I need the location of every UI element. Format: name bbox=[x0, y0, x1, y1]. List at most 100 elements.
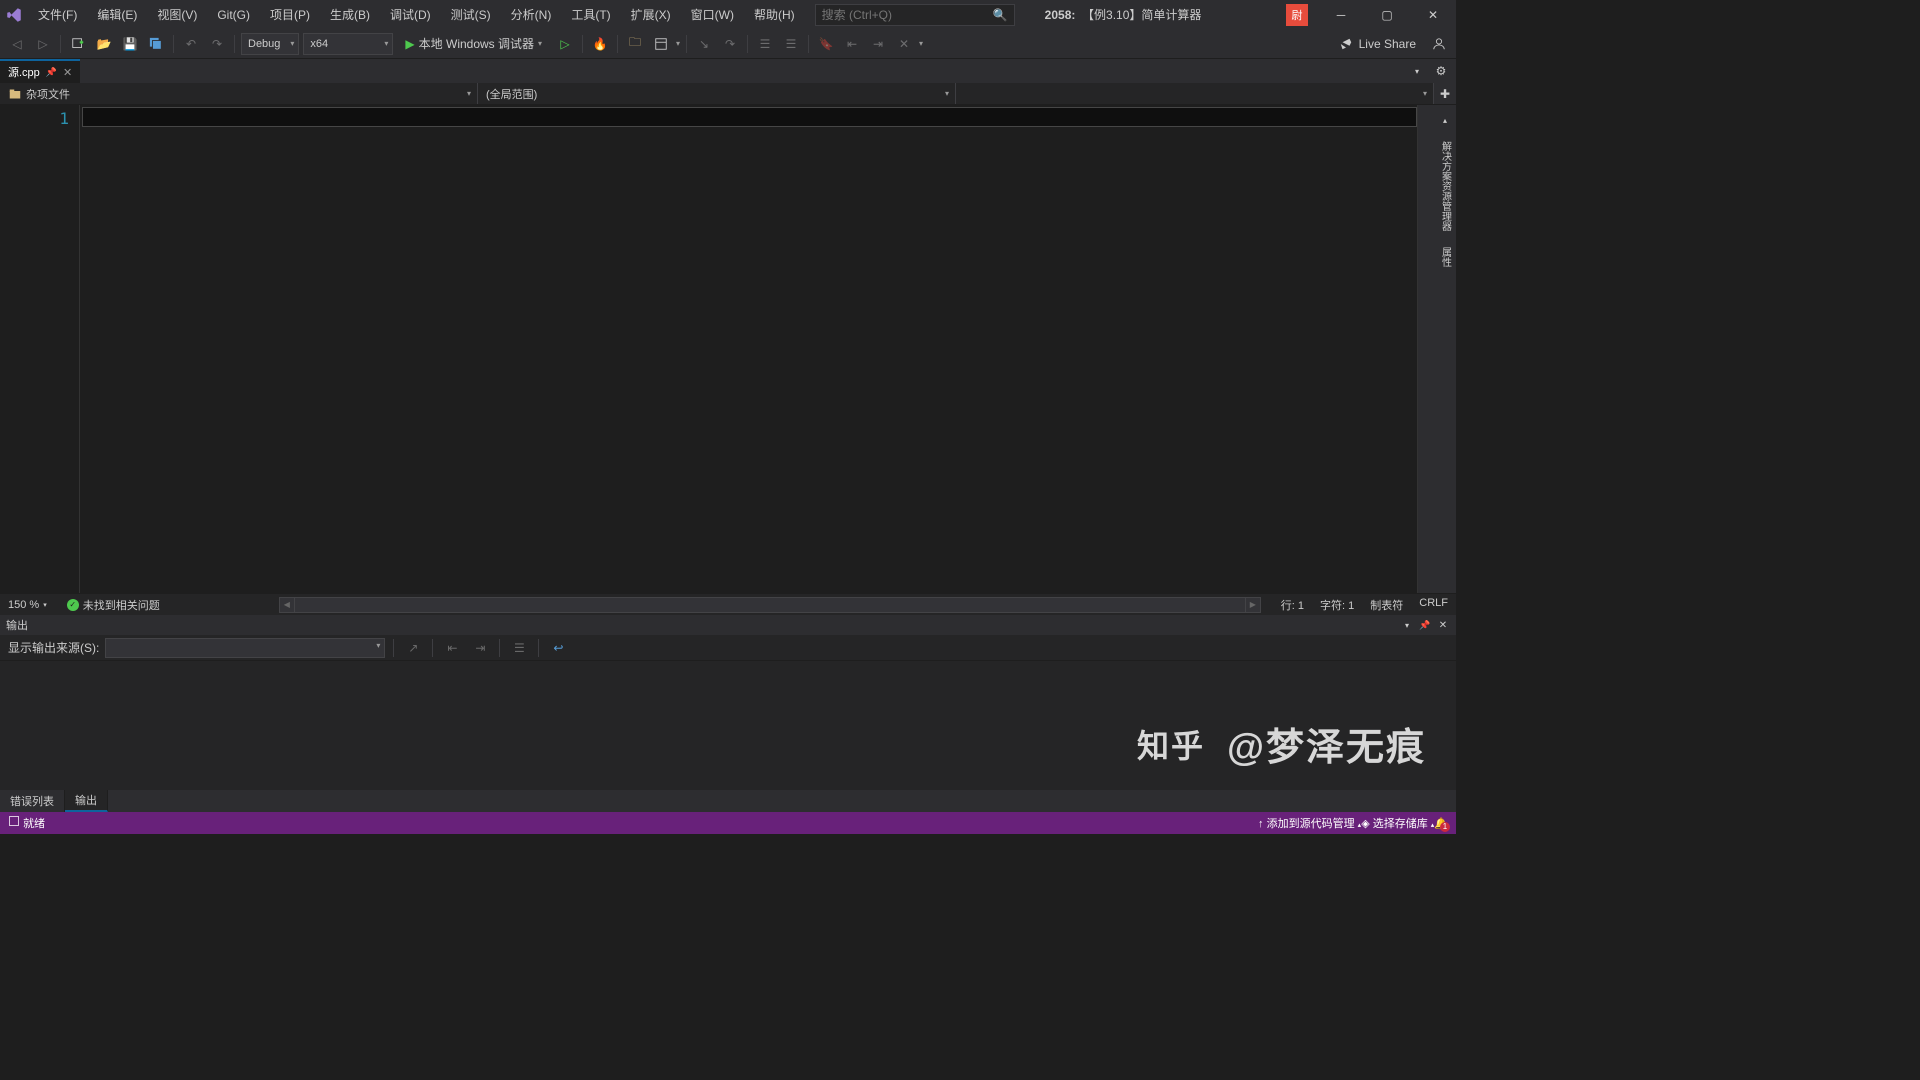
pin-icon[interactable]: 📌 bbox=[46, 67, 57, 78]
wrap-text-icon[interactable]: ↩ bbox=[547, 637, 569, 659]
menu-debug[interactable]: 调试(D) bbox=[380, 0, 441, 29]
user-badge[interactable]: 尉 bbox=[1286, 4, 1308, 26]
live-share-button[interactable]: Live Share bbox=[1331, 37, 1424, 51]
search-input[interactable] bbox=[822, 8, 1008, 22]
editor-gutter: 1 bbox=[0, 105, 80, 593]
repo-icon: ◈ bbox=[1361, 818, 1369, 830]
start-debug-button[interactable]: ▶ 本地 Windows 调试器 ▾ bbox=[397, 33, 550, 55]
main-menu: 文件(F) 编辑(E) 视图(V) Git(G) 项目(P) 生成(B) 调试(… bbox=[28, 0, 805, 29]
folder-icon bbox=[8, 87, 22, 101]
next-message-icon[interactable]: ⇥ bbox=[469, 637, 491, 659]
lineending-label[interactable]: CRLF bbox=[1419, 597, 1448, 613]
menu-analyze[interactable]: 分析(N) bbox=[501, 0, 562, 29]
output-title: 输出 bbox=[6, 617, 28, 633]
redo-icon[interactable]: ↷ bbox=[206, 33, 228, 55]
right-panel-expand-icon[interactable]: ▴ bbox=[1434, 109, 1456, 131]
bookmark-icon[interactable]: 🔖 bbox=[815, 33, 837, 55]
tab-title: 源.cpp bbox=[8, 64, 40, 80]
comment-icon[interactable]: ☰ bbox=[754, 33, 776, 55]
status-ready: 就绪 bbox=[8, 815, 45, 831]
gear-icon[interactable]: ⚙ bbox=[1430, 60, 1452, 82]
output-source-label: 显示输出来源(S): bbox=[8, 639, 99, 656]
class-scope-dropdown[interactable]: (全局范围) bbox=[478, 83, 956, 104]
zoom-dropdown[interactable]: 150 %▾ bbox=[8, 599, 47, 611]
clear-output-icon[interactable]: ☰ bbox=[508, 637, 530, 659]
task-icon bbox=[8, 815, 20, 827]
menu-test[interactable]: 测试(S) bbox=[441, 0, 501, 29]
hscroll-right-icon[interactable]: ▶ bbox=[1245, 597, 1261, 613]
live-share-icon bbox=[1339, 37, 1353, 51]
menu-help[interactable]: 帮助(H) bbox=[744, 0, 805, 29]
member-scope-dropdown[interactable] bbox=[956, 83, 1434, 104]
bookmark-prev-icon[interactable]: ⇤ bbox=[841, 33, 863, 55]
maximize-button[interactable]: ▢ bbox=[1364, 0, 1410, 29]
account-icon[interactable] bbox=[1428, 33, 1450, 55]
upload-icon: ↑ bbox=[1258, 818, 1264, 830]
tab-dropdown-icon[interactable]: ▾ bbox=[1406, 60, 1428, 82]
search-box[interactable]: 🔍 bbox=[815, 4, 1015, 26]
new-project-icon[interactable] bbox=[67, 33, 89, 55]
undo-icon[interactable]: ↶ bbox=[180, 33, 202, 55]
editor-content[interactable] bbox=[80, 105, 1418, 593]
add-source-control-button[interactable]: ↑ 添加到源代码管理 ▴ bbox=[1258, 815, 1361, 831]
start-without-debug-icon[interactable]: ▷ bbox=[554, 33, 576, 55]
bookmark-next-icon[interactable]: ⇥ bbox=[867, 33, 889, 55]
step-over-icon[interactable]: ↷ bbox=[719, 33, 741, 55]
prev-message-icon[interactable]: ⇤ bbox=[441, 637, 463, 659]
line-number: 1 bbox=[0, 105, 79, 128]
save-icon[interactable]: 💾 bbox=[119, 33, 141, 55]
save-all-icon[interactable] bbox=[145, 33, 167, 55]
menu-edit[interactable]: 编辑(E) bbox=[87, 0, 147, 29]
window-title: 2058: 【例3.10】简单计算器 bbox=[1045, 6, 1202, 23]
vs-logo-icon bbox=[0, 1, 28, 29]
project-scope-dropdown[interactable]: 杂项文件 bbox=[0, 83, 478, 104]
check-circle-icon: ✓ bbox=[67, 599, 79, 611]
output-close-icon[interactable]: ✕ bbox=[1436, 618, 1450, 632]
platform-dropdown[interactable]: x64 bbox=[303, 33, 393, 55]
show-files-icon[interactable] bbox=[650, 33, 672, 55]
search-icon: 🔍 bbox=[993, 8, 1008, 22]
issues-indicator[interactable]: ✓ 未找到相关问题 bbox=[67, 597, 160, 613]
tab-close-icon[interactable]: ✕ bbox=[63, 66, 72, 79]
uncomment-icon[interactable]: ☰ bbox=[780, 33, 802, 55]
open-file-icon[interactable]: 📂 bbox=[93, 33, 115, 55]
close-button[interactable]: ✕ bbox=[1410, 0, 1456, 29]
indent-label[interactable]: 制表符 bbox=[1370, 597, 1403, 613]
menu-extensions[interactable]: 扩展(X) bbox=[621, 0, 681, 29]
properties-tab[interactable]: 属性 bbox=[1436, 241, 1455, 273]
step-into-icon[interactable]: ↘ bbox=[693, 33, 715, 55]
browse-icon[interactable]: 🗀 bbox=[624, 33, 646, 55]
menu-view[interactable]: 视图(V) bbox=[147, 0, 207, 29]
select-repo-button[interactable]: ◈ 选择存储库 ▴ bbox=[1361, 815, 1434, 831]
menu-build[interactable]: 生成(B) bbox=[320, 0, 380, 29]
nav-forward-icon[interactable]: ▷ bbox=[32, 33, 54, 55]
output-dropdown-icon[interactable]: ▾ bbox=[1400, 618, 1414, 632]
nav-back-icon[interactable]: ◁ bbox=[6, 33, 28, 55]
menu-file[interactable]: 文件(F) bbox=[28, 0, 87, 29]
play-icon: ▶ bbox=[405, 37, 414, 51]
hscroll-left-icon[interactable]: ◀ bbox=[279, 597, 295, 613]
document-tab[interactable]: 源.cpp 📌 ✕ bbox=[0, 59, 80, 83]
menu-tools[interactable]: 工具(T) bbox=[561, 0, 620, 29]
menu-git[interactable]: Git(G) bbox=[207, 0, 260, 29]
output-tab[interactable]: 输出 bbox=[65, 790, 108, 812]
config-dropdown[interactable]: Debug bbox=[241, 33, 299, 55]
cursor-line-label: 行: 1 bbox=[1281, 597, 1304, 613]
output-body[interactable] bbox=[0, 661, 1456, 790]
minimize-button[interactable]: ─ bbox=[1318, 0, 1364, 29]
notifications-icon[interactable]: 🔔 bbox=[1434, 817, 1448, 830]
output-pin-icon[interactable]: 📌 bbox=[1418, 618, 1432, 632]
hscroll-track[interactable] bbox=[295, 597, 1245, 613]
editor-scrollbar[interactable] bbox=[1418, 105, 1434, 593]
output-source-dropdown[interactable] bbox=[105, 638, 385, 658]
current-line-highlight bbox=[82, 107, 1417, 127]
menu-window[interactable]: 窗口(W) bbox=[681, 0, 744, 29]
bookmark-clear-icon[interactable]: ✕ bbox=[893, 33, 915, 55]
cursor-char-label: 字符: 1 bbox=[1320, 597, 1354, 613]
menu-project[interactable]: 项目(P) bbox=[260, 0, 320, 29]
error-list-tab[interactable]: 错误列表 bbox=[0, 790, 65, 812]
hot-reload-icon[interactable]: 🔥 bbox=[589, 33, 611, 55]
solution-explorer-tab[interactable]: 解决方案资源管理器 bbox=[1436, 135, 1455, 237]
goto-message-icon[interactable]: ↗ bbox=[402, 637, 424, 659]
split-editor-icon[interactable]: ✚ bbox=[1434, 83, 1456, 104]
